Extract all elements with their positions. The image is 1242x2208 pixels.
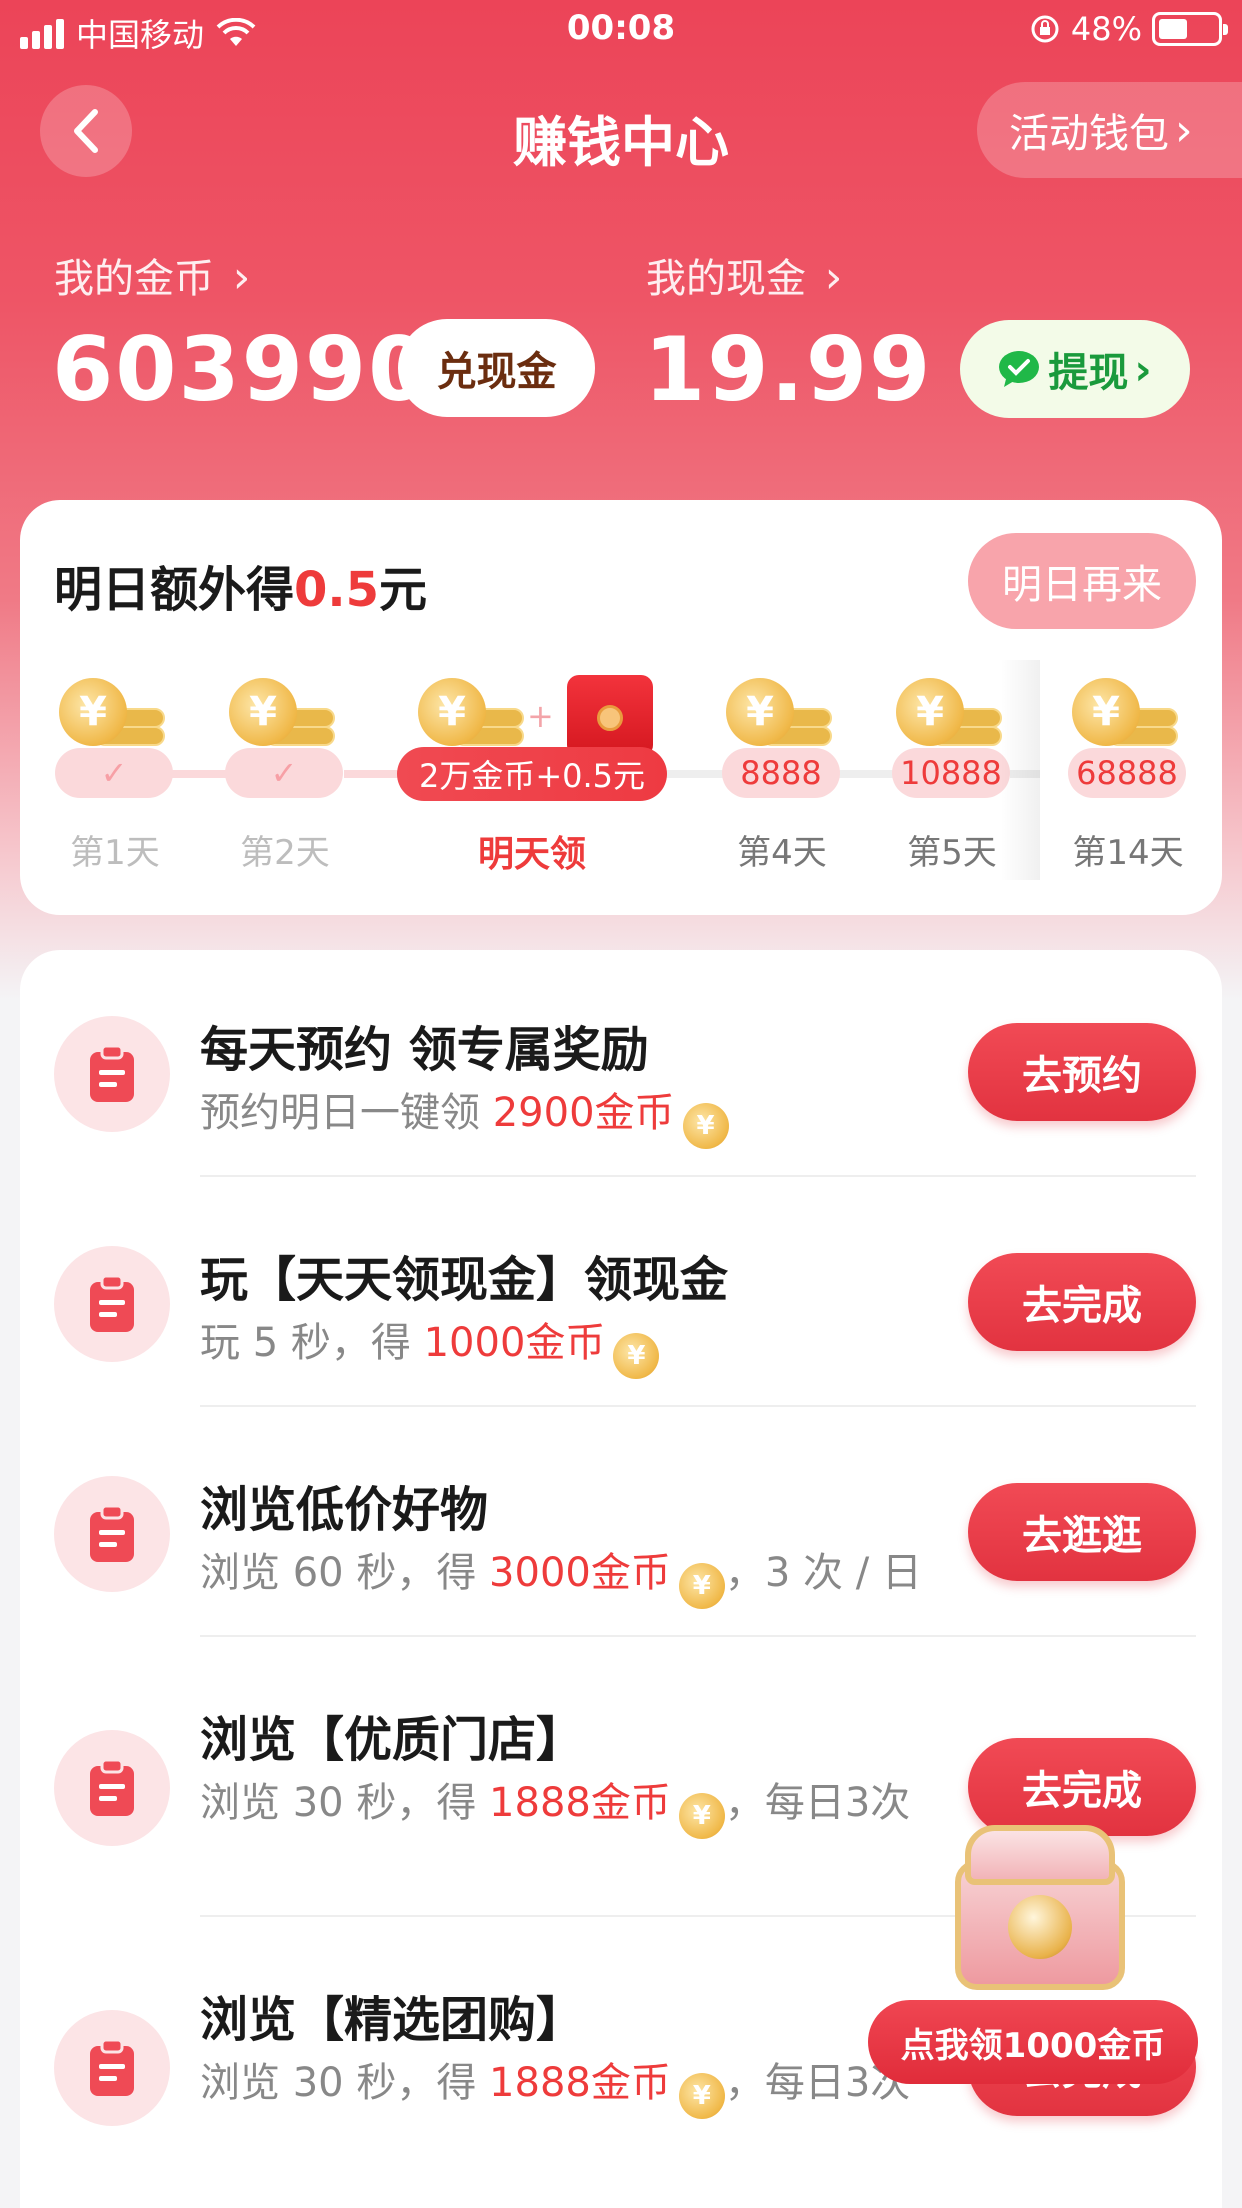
coin-stack-icon: ¥ xyxy=(418,678,528,758)
task-title: 浏览【精选团购】 xyxy=(200,1992,585,2048)
clipboard-icon xyxy=(54,1730,170,1846)
checkin-title-suffix: 元 xyxy=(379,562,428,618)
task-subtitle: 浏览 30 秒，得 1888金币 ¥ ，每日3次 xyxy=(200,2054,920,2119)
chevron-right-icon: › xyxy=(824,252,843,303)
chevron-right-icon: › xyxy=(232,252,251,303)
checkin-day-pill: 10888 xyxy=(892,748,1010,798)
coin-stack-icon: ¥ xyxy=(59,678,169,758)
cash-label[interactable]: 我的现金 › xyxy=(646,246,842,304)
checkin-day-2: ¥ ✓ 第2天 xyxy=(205,670,365,880)
task-action-button[interactable]: 去逛逛 xyxy=(968,1483,1196,1581)
task-title: 玩【天天领现金】领现金 xyxy=(200,1252,729,1308)
task-action-button[interactable]: 去完成 xyxy=(968,1253,1196,1351)
task-title: 每天预约 领专属奖励 xyxy=(200,1022,649,1078)
cash-balance: 19.99 xyxy=(644,318,933,421)
checkin-day-label: 第14天 xyxy=(1072,833,1184,873)
battery-percent: 48% xyxy=(1070,10,1142,48)
activity-wallet-button[interactable]: 活动钱包 › xyxy=(977,82,1242,178)
clipboard-icon xyxy=(54,2010,170,2126)
checkin-day-label: 第1天 xyxy=(70,833,160,873)
coin-stack-icon: ¥ xyxy=(896,678,1006,758)
clipboard-icon xyxy=(54,1476,170,1592)
divider xyxy=(200,1405,1196,1407)
come-back-tomorrow-button[interactable]: 明日再来 xyxy=(968,533,1196,629)
checkin-day-pill: 68888 xyxy=(1068,748,1186,798)
coin-stack-icon: ¥ xyxy=(726,678,836,758)
task-subtitle: 浏览 60 秒，得 3000金币 ¥ ，3 次 / 日 xyxy=(200,1544,960,1609)
wallet-label: 活动钱包 xyxy=(1009,111,1169,157)
coins-label[interactable]: 我的金币 › xyxy=(54,246,250,304)
checkin-title: 明日额外得0.5元 xyxy=(54,550,427,620)
task-action-button[interactable]: 去预约 xyxy=(968,1023,1196,1121)
coin-icon: ¥ xyxy=(678,1563,725,1609)
withdraw-button[interactable]: 提现 › xyxy=(960,320,1190,418)
orientation-lock-icon xyxy=(1031,15,1059,43)
plus-icon: + xyxy=(527,697,554,735)
task-title: 浏览【优质门店】 xyxy=(200,1712,585,1768)
treasure-chest-icon[interactable] xyxy=(945,1820,1135,2000)
clipboard-icon xyxy=(54,1016,170,1132)
chevron-right-icon: › xyxy=(1175,104,1193,156)
coin-icon: ¥ xyxy=(682,1103,729,1149)
coins-label-text: 我的金币 xyxy=(54,256,214,302)
status-right: 48% xyxy=(1029,10,1228,48)
status-bar: 中国移动 00:08 48% xyxy=(0,0,1242,62)
checkin-day-pill: 2万金币+0.5元 xyxy=(397,747,667,801)
checkin-day-label: 第2天 xyxy=(240,833,330,873)
checkin-day-label: 明天领 xyxy=(477,834,586,875)
task-subtitle: 浏览 30 秒，得 1888金币 ¥ ，每日3次 xyxy=(200,1774,920,1839)
checkin-day-pill: ✓ xyxy=(55,748,173,798)
checkin-day-pill: ✓ xyxy=(225,748,343,798)
chevron-right-icon: › xyxy=(1134,344,1152,394)
task-item: 浏览低价好物 浏览 60 秒，得 3000金币 ¥ ，3 次 / 日 去逛逛 xyxy=(20,1470,1222,1640)
withdraw-label: 提现 xyxy=(1048,350,1129,396)
checkin-day-pill: 8888 xyxy=(722,748,840,798)
checkin-title-amount: 0.5 xyxy=(294,562,380,618)
task-title: 浏览低价好物 xyxy=(200,1482,489,1538)
checkin-day-label: 第4天 xyxy=(737,833,827,873)
clipboard-icon xyxy=(54,1246,170,1362)
task-item: 每天预约 领专属奖励 预约明日一键领 2900金币 ¥ 去预约 xyxy=(20,1010,1222,1180)
wechat-icon xyxy=(999,351,1040,387)
claim-coins-float-button[interactable]: 点我领1000金币 xyxy=(868,2000,1198,2084)
cash-label-text: 我的现金 xyxy=(646,256,806,302)
divider xyxy=(200,1175,1196,1177)
task-item: 玩【天天领现金】领现金 玩 5 秒，得 1000金币 ¥ 去完成 xyxy=(20,1240,1222,1410)
checkin-day-4: ¥ 8888 第4天 xyxy=(702,670,862,880)
coin-icon: ¥ xyxy=(678,2073,725,2119)
coins-balance: 603990 xyxy=(52,318,432,421)
checkin-day-1: ¥ ✓ 第1天 xyxy=(35,670,195,880)
red-packet-icon xyxy=(567,675,653,757)
scroll-fade xyxy=(1000,660,1040,880)
task-subtitle: 玩 5 秒，得 1000金币 ¥ xyxy=(200,1314,960,1379)
exchange-cash-button[interactable]: 兑现金 xyxy=(398,319,595,417)
coin-icon: ¥ xyxy=(678,1793,725,1839)
battery-icon xyxy=(1152,12,1228,46)
divider xyxy=(200,1635,1196,1637)
checkin-day-14: ¥ 68888 第14天 xyxy=(1048,670,1208,880)
coin-stack-icon: ¥ xyxy=(229,678,339,758)
task-subtitle: 预约明日一键领 2900金币 ¥ xyxy=(200,1084,960,1149)
checkin-title-prefix: 明日额外得 xyxy=(54,562,295,618)
coin-icon: ¥ xyxy=(613,1333,660,1379)
coin-stack-icon: ¥ xyxy=(1072,678,1182,758)
